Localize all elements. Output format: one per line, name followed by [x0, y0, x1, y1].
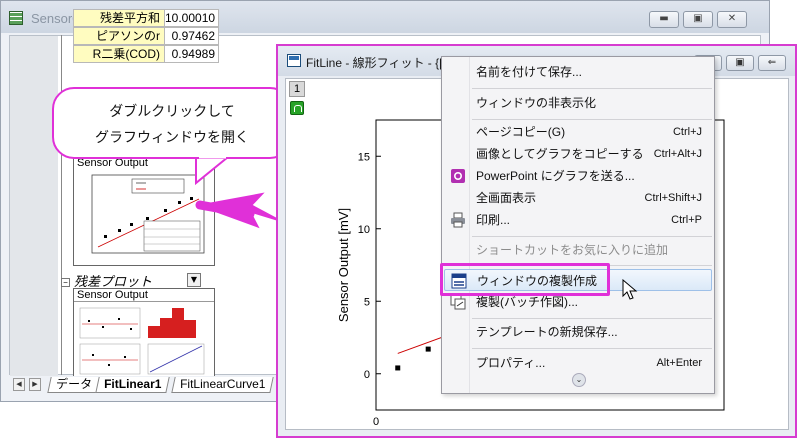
menu-item-fullscreen[interactable]: 全画面表示 Ctrl+Shift+J [444, 187, 712, 209]
powerpoint-icon [451, 169, 465, 183]
menu-separator [472, 236, 712, 237]
menu-shortcut: Ctrl+J [672, 126, 702, 138]
menu-label: ウィンドウの非表示化 [476, 96, 597, 110]
graph-window-icon [287, 54, 301, 67]
menu-separator [472, 88, 712, 89]
menu-item-print[interactable]: 印刷... Ctrl+P [444, 209, 712, 231]
y-tick-label: 5 [364, 296, 370, 308]
callout-line-2: グラフウィンドウを開く [95, 130, 249, 146]
menu-separator [472, 348, 712, 349]
menu-item-copy-page[interactable]: ページコピー(G) Ctrl+J [444, 121, 712, 143]
callout-tail [195, 156, 231, 186]
menu-label: PowerPoint にグラフを送る... [476, 169, 635, 183]
y-tick-label: 15 [358, 151, 370, 163]
menu-label: 全画面表示 [476, 191, 537, 205]
menu-label: 画像としてグラフをコピーする [476, 147, 644, 161]
menu-separator [472, 318, 712, 319]
batch-plot-icon [450, 294, 466, 310]
y-tick-label: 10 [358, 224, 370, 236]
menu-item-properties[interactable]: プロパティ... Alt+Enter [444, 352, 712, 374]
menu-label: テンプレートの新規保存... [476, 325, 618, 339]
data-point [395, 365, 401, 371]
mouse-cursor-icon [622, 279, 638, 300]
menu-item-save-template[interactable]: テンプレートの新規保存... [444, 321, 712, 343]
x-axis-label: Displacement [mm] [504, 430, 615, 431]
context-menu: 名前を付けて保存... ウィンドウの非表示化 ページコピー(G) Ctrl+J 画… [441, 56, 715, 394]
menu-label: ページコピー(G) [476, 125, 566, 139]
highlight-box [440, 263, 610, 296]
printer-icon [451, 212, 465, 228]
menu-label: プロパティ... [476, 356, 546, 370]
menu-shortcut: Ctrl+Shift+J [644, 192, 702, 204]
menu-shortcut: Alt+Enter [656, 357, 702, 369]
callout-line-1: ダブルクリックして [109, 104, 235, 120]
callout-bubble: ダブルクリックして グラフウィンドウを開く [52, 87, 292, 159]
close-arrow-button[interactable]: ⇐ [758, 55, 786, 71]
menu-label: ショートカットをお気に入りに追加 [476, 243, 669, 257]
menu-label: 名前を付けて保存... [476, 65, 583, 79]
menu-item-add-favorite: ショートカットをお気に入りに追加 [444, 239, 712, 261]
data-point [425, 346, 431, 352]
menu-label: 印刷... [476, 213, 511, 227]
menu-shortcut: Ctrl+P [671, 214, 702, 226]
menu-item-send-powerpoint[interactable]: PowerPoint にグラフを送る... [444, 165, 712, 187]
restore-button[interactable]: ▣ [726, 55, 754, 71]
x-tick-label: 0 [373, 416, 379, 428]
menu-separator [472, 119, 712, 120]
y-tick-label: 0 [364, 369, 370, 381]
menu-shortcut: Ctrl+Alt+J [653, 148, 702, 160]
menu-item-save-as[interactable]: 名前を付けて保存... [444, 61, 712, 83]
expand-more-icon[interactable]: ⌄ [572, 373, 586, 387]
menu-item-hide-window[interactable]: ウィンドウの非表示化 [444, 92, 712, 114]
menu-item-copy-graph-image[interactable]: 画像としてグラフをコピーする Ctrl+Alt+J [444, 143, 712, 165]
y-axis-label: Sensor Output [mV] [336, 208, 351, 322]
